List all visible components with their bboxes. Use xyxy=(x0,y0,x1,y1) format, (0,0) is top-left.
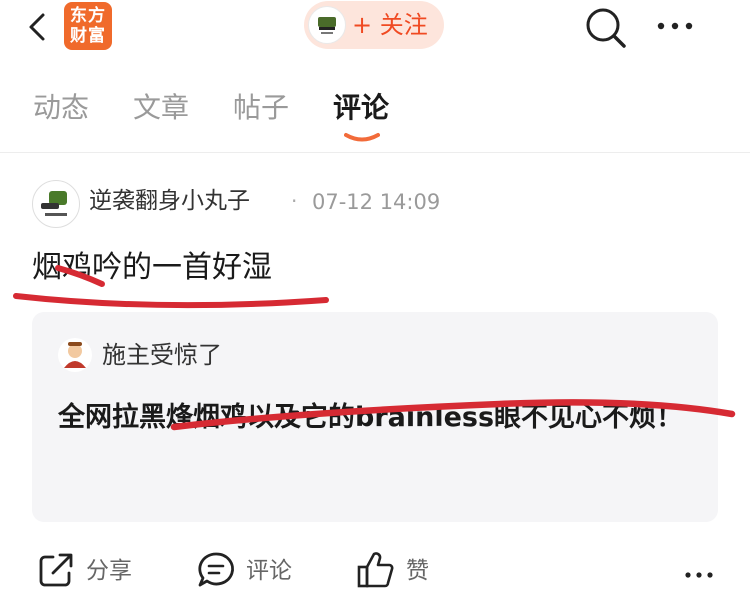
like-label: 赞 xyxy=(406,558,429,584)
author-name[interactable]: 逆袭翻身小丸子 xyxy=(89,186,250,216)
follow-label: + 关注 xyxy=(352,11,428,39)
tab-comments[interactable]: 评论 xyxy=(333,90,389,126)
logo-line1: 东方 xyxy=(70,6,106,26)
search-button[interactable] xyxy=(584,6,628,50)
thumbs-up-icon xyxy=(357,552,394,588)
annotation-stroke-2 xyxy=(13,293,329,309)
app-logo: 东方 财富 xyxy=(64,2,112,50)
more-button[interactable] xyxy=(655,18,699,32)
quote-author-avatar[interactable] xyxy=(58,338,92,372)
more-icon xyxy=(685,572,713,578)
post-time: 07-12 14:09 xyxy=(312,190,441,214)
tab-posts[interactable]: 帖子 xyxy=(233,90,289,126)
tab-dynamic[interactable]: 动态 xyxy=(33,90,89,126)
post-more-button[interactable] xyxy=(684,565,714,578)
tab-articles[interactable]: 文章 xyxy=(133,90,189,126)
quote-text: 全网拉黑烽烟鸡以及它的brainless眼不见心不烦！ xyxy=(58,402,684,433)
divider xyxy=(0,152,750,153)
back-button[interactable] xyxy=(24,12,54,42)
back-icon xyxy=(29,13,45,41)
author-avatar-image xyxy=(41,191,67,216)
more-icon xyxy=(657,22,693,30)
author-avatar[interactable] xyxy=(32,180,80,228)
avatar xyxy=(308,6,346,44)
share-icon xyxy=(39,553,73,587)
separator: · xyxy=(291,189,298,213)
share-button[interactable] xyxy=(36,550,76,590)
quote-avatar-image xyxy=(64,342,86,368)
like-button[interactable] xyxy=(356,550,396,590)
comment-icon xyxy=(198,552,234,587)
quote-author-name[interactable]: 施主受惊了 xyxy=(102,340,222,370)
tab-active-indicator xyxy=(344,133,380,142)
search-icon xyxy=(586,8,626,48)
comment-label: 评论 xyxy=(246,558,292,584)
post-content: 烟鸡吟的一首好湿 xyxy=(32,250,272,285)
avatar-image xyxy=(318,17,336,34)
logo-line2: 财富 xyxy=(70,26,106,46)
comment-button[interactable] xyxy=(196,550,236,590)
share-label: 分享 xyxy=(86,558,132,584)
